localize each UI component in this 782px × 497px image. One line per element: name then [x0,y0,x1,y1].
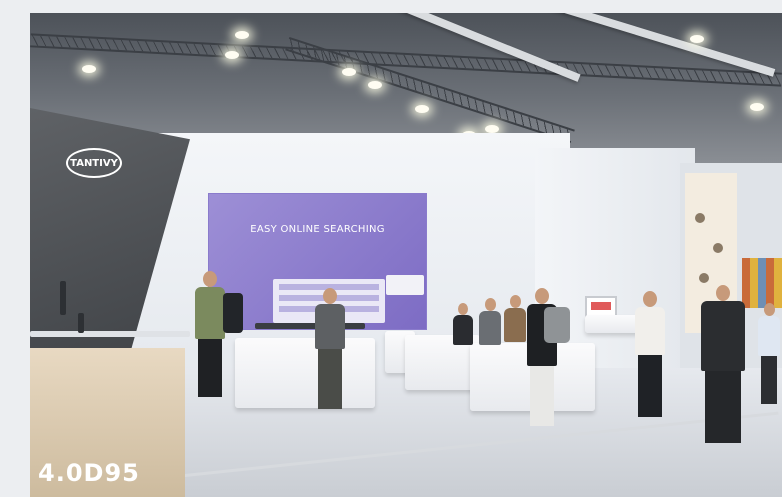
ceiling-light [342,68,356,76]
ceiling-light [235,31,249,39]
visitor-person [310,288,350,409]
ceiling-light [485,125,499,133]
microscope-product [78,313,84,333]
visitor-person [695,285,751,443]
display-counter [235,338,375,408]
ceiling-light [690,35,704,43]
visitor-person [630,291,670,417]
ceiling-light [82,65,96,73]
counter-brand-text: 4.0D95 [38,459,140,487]
ceiling-light [415,105,429,113]
backpack [544,307,570,343]
visitor-person [450,303,476,345]
microscope-product [60,281,66,315]
visitor-person [756,303,782,404]
ceiling-light [225,51,239,59]
backpack [223,293,243,333]
screen-headline: EASY ONLINE SEARCHING [250,224,385,235]
photo-frame: TANTIVY EASY ONLINE SEARCHING 4.0D95 [30,13,782,497]
ceiling-light [368,81,382,89]
visitor-person [185,271,235,397]
booth-logo-text: TANTIVY [70,157,118,169]
display-shelf [30,331,190,337]
screen-side-panel [386,275,424,295]
ceiling-light [750,103,764,111]
booth-logo: TANTIVY [60,148,128,184]
front-counter: 4.0D95 [30,348,185,497]
